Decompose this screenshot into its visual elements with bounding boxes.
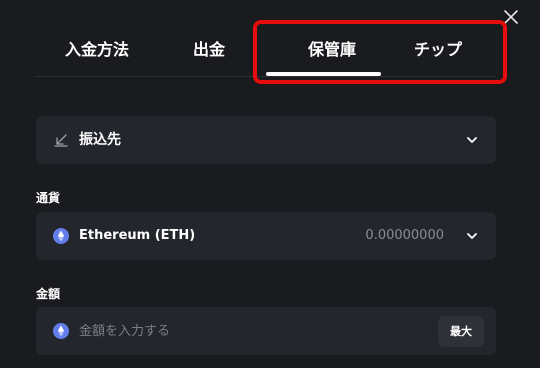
ethereum-icon — [53, 323, 69, 339]
arrow-down-left-icon — [54, 134, 68, 147]
destination-label: 振込先 — [79, 132, 121, 148]
chevron-down-icon — [467, 137, 477, 143]
currency-name: Ethereum (ETH) — [79, 228, 196, 243]
vault-modal: 入金方法 出金 保管庫 チップ 振込先 通貨 Ethereum (ETH) 0.… — [0, 0, 540, 368]
close-icon[interactable] — [502, 8, 520, 26]
tab-withdraw[interactable]: 出金 — [176, 38, 242, 62]
amount-section-label: 金額 — [36, 287, 61, 301]
amount-field: 最大 — [36, 307, 496, 355]
currency-balance: 0.00000000 — [365, 228, 444, 243]
currency-section-label: 通貨 — [36, 191, 61, 205]
active-tab-indicator — [266, 72, 381, 76]
currency-select[interactable]: Ethereum (ETH) 0.00000000 — [36, 212, 496, 260]
ethereum-icon — [53, 228, 69, 244]
chevron-down-icon — [467, 233, 477, 239]
tab-vault[interactable]: 保管庫 — [281, 38, 383, 62]
destination-select[interactable]: 振込先 — [36, 116, 496, 164]
tab-tip[interactable]: チップ — [396, 38, 480, 62]
tab-bar: 入金方法 出金 保管庫 チップ — [36, 0, 496, 77]
tab-deposit[interactable]: 入金方法 — [54, 38, 140, 62]
amount-input[interactable] — [79, 317, 419, 345]
max-button[interactable]: 最大 — [438, 316, 484, 347]
